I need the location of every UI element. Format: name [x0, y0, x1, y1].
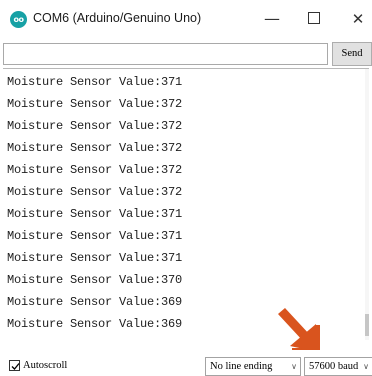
- checkmark-icon: [11, 363, 20, 370]
- baud-rate-select[interactable]: 57600 baud ∨: [304, 357, 372, 376]
- arrow-pointer-icon: [278, 308, 320, 354]
- scrollbar-thumb[interactable]: [365, 314, 369, 336]
- chevron-down-icon: ∨: [363, 362, 369, 371]
- output-line: Moisture Sensor Value:372: [7, 97, 183, 111]
- maximize-button[interactable]: [294, 4, 334, 34]
- serial-monitor-window: oo COM6 (Arduino/Genuino Uno) — ✕ Send M…: [0, 0, 372, 376]
- autoscroll-checkbox[interactable]: [9, 360, 20, 371]
- close-button[interactable]: ✕: [338, 4, 372, 34]
- maximize-icon: [308, 12, 320, 24]
- output-line: Moisture Sensor Value:372: [7, 141, 183, 155]
- minimize-button[interactable]: —: [252, 4, 292, 34]
- output-line: Moisture Sensor Value:370: [7, 273, 183, 287]
- minimize-icon: —: [264, 9, 280, 28]
- serial-output-area[interactable]: Moisture Sensor Value:371 Moisture Senso…: [3, 68, 369, 340]
- title-bar: oo COM6 (Arduino/Genuino Uno) — ✕: [0, 0, 372, 40]
- output-line: Moisture Sensor Value:371: [7, 75, 183, 89]
- autoscroll-label: Autoscroll: [23, 360, 68, 371]
- close-icon: ✕: [351, 10, 365, 28]
- output-line: Moisture Sensor Value:372: [7, 185, 183, 199]
- output-line: Moisture Sensor Value:371: [7, 207, 183, 221]
- output-line: Moisture Sensor Value:369: [7, 295, 183, 309]
- baud-rate-value: 57600 baud: [309, 361, 359, 372]
- send-button[interactable]: Send: [332, 42, 372, 66]
- arduino-logo-icon: oo: [10, 11, 27, 28]
- output-line: Moisture Sensor Value:372: [7, 119, 183, 133]
- output-line: Moisture Sensor Value:371: [7, 251, 183, 265]
- vertical-scrollbar[interactable]: [365, 69, 369, 340]
- line-ending-select[interactable]: No line ending ∨: [205, 357, 301, 376]
- chevron-down-icon: ∨: [291, 362, 297, 371]
- output-line: Moisture Sensor Value:369: [7, 317, 183, 331]
- line-ending-value: No line ending: [210, 361, 273, 372]
- serial-send-input[interactable]: [3, 43, 328, 65]
- output-line: Moisture Sensor Value:372: [7, 163, 183, 177]
- output-line: Moisture Sensor Value:371: [7, 229, 183, 243]
- window-title: COM6 (Arduino/Genuino Uno): [33, 11, 202, 25]
